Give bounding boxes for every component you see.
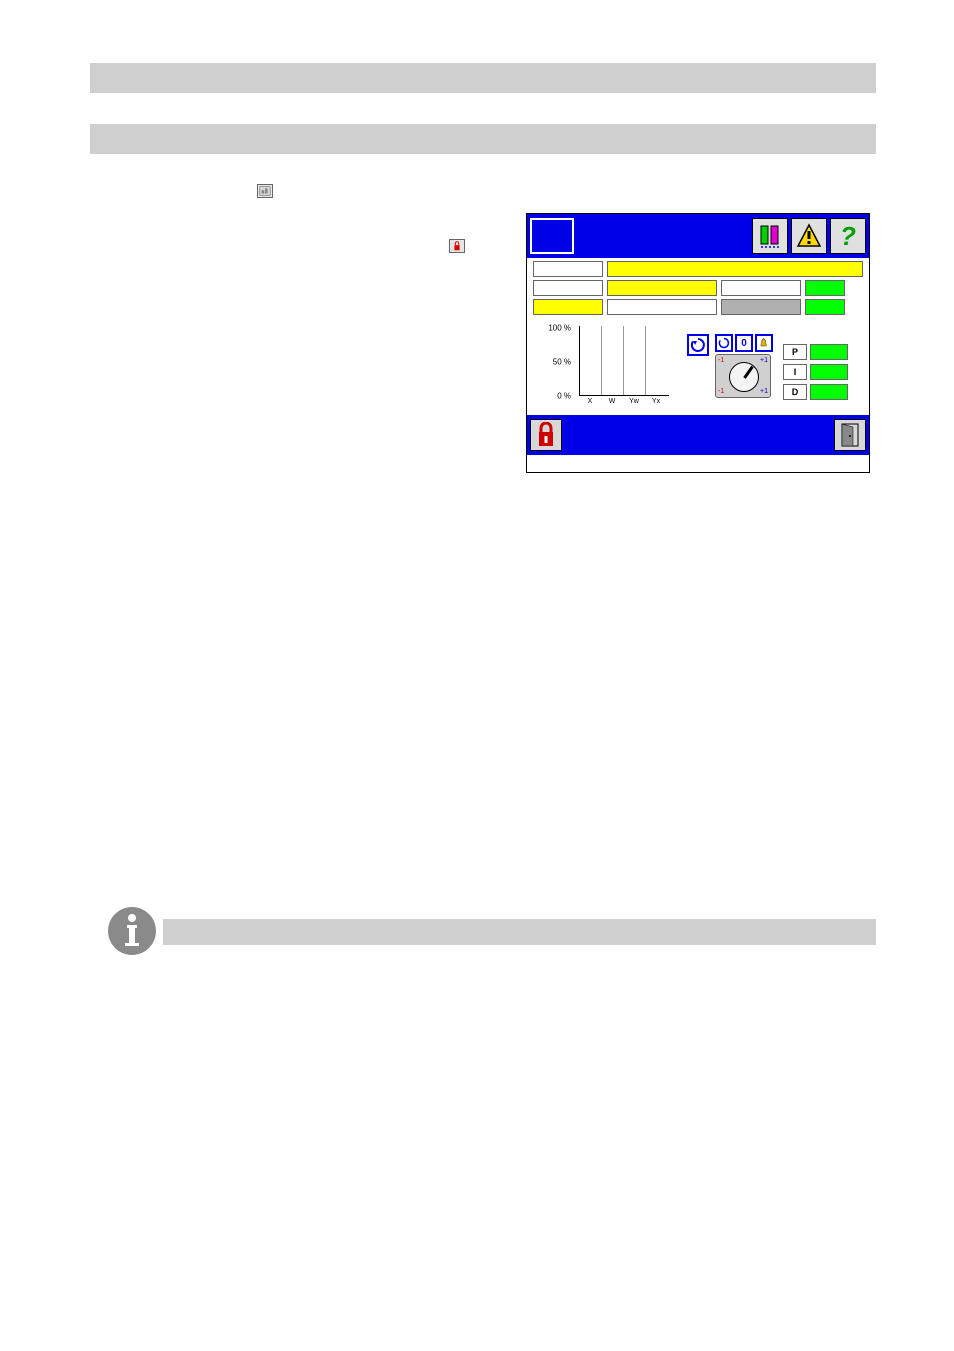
help-label: ?: [840, 221, 856, 252]
pid-i-label: I: [783, 364, 807, 380]
cell-r3c3: [721, 299, 801, 315]
info-icon: [108, 907, 156, 955]
lock-inline-icon: [449, 239, 465, 253]
zero-button[interactable]: 0: [735, 334, 753, 352]
lock-button[interactable]: [530, 419, 562, 451]
warning-button[interactable]: [791, 218, 827, 254]
dial-mark-tr: +1: [760, 357, 768, 364]
cell-r1c1: [533, 261, 603, 277]
pid-column: P I D: [783, 334, 853, 412]
x-axis-labels: X W Yw Yx: [579, 398, 669, 405]
panel-footer: [527, 415, 869, 455]
cell-r3c2: [607, 299, 717, 315]
cell-r1c2: [607, 261, 863, 277]
x-label-3: Yx: [645, 398, 667, 405]
pid-i-row: I: [783, 364, 853, 380]
bar-w: [602, 326, 624, 395]
cell-r2c4: [805, 280, 845, 296]
controller-panel: ? 100 % 50 % 0 %: [526, 213, 870, 473]
x-label-2: Yw: [623, 398, 645, 405]
dial-block: 0 -1 +1 -1 +1: [715, 334, 777, 412]
y-tick-50: 50 %: [553, 358, 571, 367]
bars-button[interactable]: [752, 218, 788, 254]
dial-mark-bl: -1: [718, 388, 724, 395]
data-row-2: [533, 280, 863, 296]
pid-d-row: D: [783, 384, 853, 400]
x-label-0: X: [579, 398, 601, 405]
bar-x: [580, 326, 602, 395]
cell-r2c1: [533, 280, 603, 296]
hand-button[interactable]: [755, 334, 773, 352]
exit-button[interactable]: [834, 419, 866, 451]
chart-and-controls: 100 % 50 % 0 % X W Yw Yx: [533, 318, 863, 412]
info-bar: [163, 919, 876, 945]
pid-d-label: D: [783, 384, 807, 400]
dial-mark-tl: -1: [718, 357, 724, 364]
pid-p-row: P: [783, 344, 853, 360]
y-tick-100: 100 %: [548, 324, 571, 333]
cell-r3c1: [533, 299, 603, 315]
cell-r2c3: [721, 280, 801, 296]
dial-mark-br: +1: [760, 388, 768, 395]
mini-loop-button[interactable]: [715, 334, 733, 352]
pid-p-value[interactable]: [810, 344, 848, 360]
pid-d-value[interactable]: [810, 384, 848, 400]
adjustment-dial[interactable]: -1 +1 -1 +1: [715, 354, 771, 398]
section-bar-2: [90, 124, 876, 154]
y-tick-0: 0 %: [557, 392, 571, 401]
control-column: 0 -1 +1 -1 +1: [687, 324, 863, 412]
pid-i-value[interactable]: [810, 364, 848, 380]
panel-titlebar: ?: [527, 214, 869, 258]
bar-chart: 100 % 50 % 0 % X W Yw Yx: [539, 324, 679, 412]
bar-yw: [624, 326, 646, 395]
cell-r3c4: [805, 299, 845, 315]
section-bar-1: [90, 63, 876, 93]
x-label-1: W: [601, 398, 623, 405]
controller-inline-icon: [257, 184, 273, 198]
bar-yx: [646, 326, 668, 395]
y-axis: 100 % 50 % 0 %: [539, 324, 575, 400]
plot-area: [579, 326, 669, 396]
loop-button[interactable]: [687, 334, 709, 356]
data-row-3: [533, 299, 863, 315]
help-button[interactable]: ?: [830, 218, 866, 254]
pid-p-label: P: [783, 344, 807, 360]
cell-r2c2: [607, 280, 717, 296]
title-slot: [530, 218, 574, 254]
data-row-1: [533, 261, 863, 277]
panel-body: 100 % 50 % 0 % X W Yw Yx: [527, 258, 869, 415]
